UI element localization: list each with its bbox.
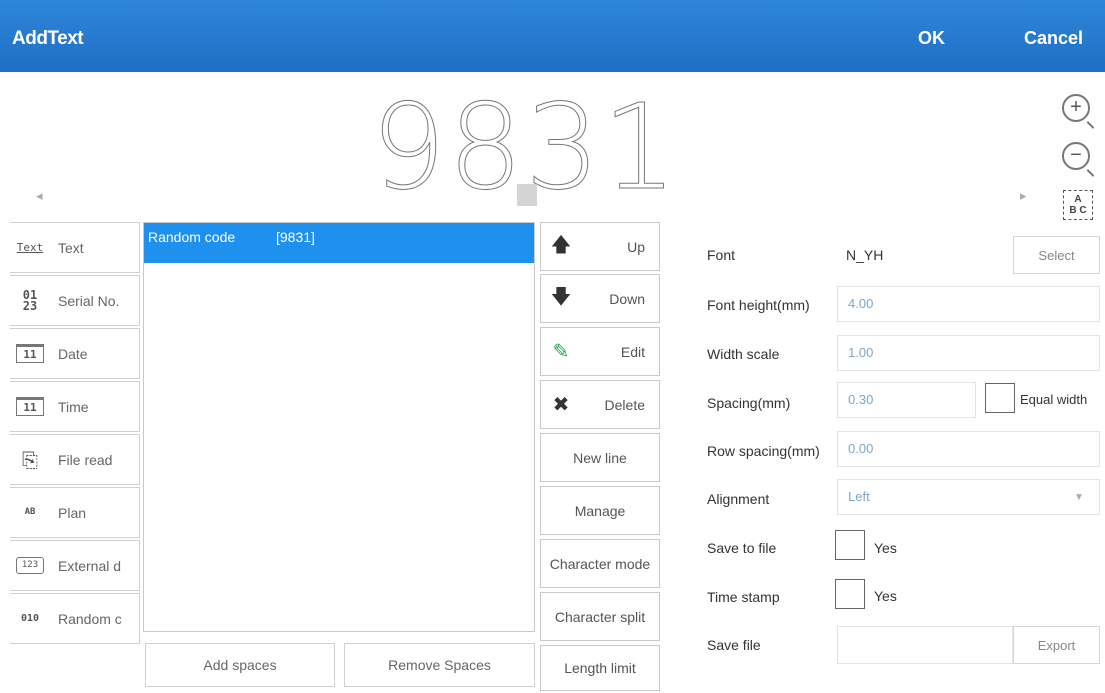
type-item-serial-no[interactable]: 01 23 Serial No. [10,275,140,326]
calendar-icon: 11 [16,344,44,363]
arrow-up-icon: 🡅 [550,233,572,256]
list-item[interactable]: Random code [9831] [144,223,534,263]
edit-icon: ✎ [552,341,570,363]
alignment-dropdown[interactable]: Left [837,479,1100,515]
row-spacing-input[interactable]: 0.00 [837,431,1100,467]
character-mode-button[interactable]: Character mode [540,539,660,588]
font-height-input[interactable]: 4.00 [837,286,1100,322]
row-spacing-label: Row spacing(mm) [707,443,820,459]
alignment-label: Alignment [707,491,770,507]
abc-icon-line1: A [1074,194,1082,205]
down-label: Down [609,290,645,307]
edit-button[interactable]: ✎ Edit [540,327,660,376]
export-button[interactable]: Export [1013,626,1100,664]
type-item-random-code[interactable]: 010 Random c [10,593,140,644]
abc-icon-line2: B C [1069,205,1087,216]
delete-label: Delete [604,396,645,413]
down-button[interactable]: 🡇 Down [540,274,660,323]
file-icon: ⎘ [22,447,38,472]
manage-label: Manage [574,502,626,519]
time-stamp-label: Time stamp [707,589,780,605]
edit-label: Edit [620,343,645,360]
cancel-button[interactable]: Cancel [1024,28,1083,49]
time-stamp-checkbox[interactable] [835,579,865,609]
preview-area: 9831 ◂ ▸ + − A B C [0,72,1105,222]
window-title: AddText [12,28,84,49]
preview-cursor [517,184,537,206]
font-label: Font [707,247,736,263]
zoom-out-icon[interactable]: − [1062,142,1090,170]
type-item-external-data[interactable]: 123 External d [10,540,140,591]
new-line-button[interactable]: New line [540,433,660,482]
abc-layout-icon[interactable]: A B C [1063,190,1093,220]
character-split-button[interactable]: Character split [540,592,660,641]
list-item-value: [9831] [276,229,315,245]
up-label: Up [627,238,645,255]
add-spaces-button[interactable]: Add spaces [145,643,335,687]
delete-icon: ✖ [552,394,570,416]
type-label: Plan [58,504,87,521]
character-split-label: Character split [554,608,646,625]
type-label: Serial No. [58,292,120,309]
save-file-input[interactable] [837,626,1013,664]
type-item-plan[interactable]: AB Plan [10,487,140,538]
time-stamp-yes-label: Yes [874,588,897,604]
new-line-label: New line [573,449,627,466]
up-button[interactable]: 🡅 Up [540,222,660,271]
scroll-right-icon[interactable]: ▸ [1020,188,1027,204]
type-item-file-read[interactable]: ⎘ File read [10,434,140,485]
element-type-list: Text Text 01 23 Serial No. 11 Date 11 Tim… [10,222,140,646]
save-to-file-label: Save to file [707,540,777,556]
remove-spaces-button[interactable]: Remove Spaces [344,643,535,687]
serial-number-icon: 01 23 [22,287,38,313]
delete-button[interactable]: ✖ Delete [540,380,660,429]
calendar-icon: 11 [16,397,44,416]
type-label: Time [58,398,89,415]
width-scale-input[interactable]: 1.00 [837,335,1100,371]
type-item-date[interactable]: 11 Date [10,328,140,379]
type-label: Text [58,239,84,256]
type-label: Date [58,345,88,362]
manage-button[interactable]: Manage [540,486,660,535]
ok-button[interactable]: OK [918,28,945,49]
text-icon: Text [16,241,44,254]
equal-width-checkbox[interactable] [985,383,1015,413]
element-list[interactable]: Random code [9831] [143,222,535,632]
type-item-text[interactable]: Text Text [10,222,140,273]
equal-width-label: Equal width [1020,392,1088,407]
select-font-button[interactable]: Select [1013,236,1100,274]
character-mode-label: Character mode [549,555,651,572]
type-label: External d [58,557,122,574]
chevron-down-icon: ▼ [1074,492,1084,503]
plan-icon: AB [24,507,36,517]
type-label: Random c [58,610,122,627]
length-limit-button[interactable]: Length limit [540,645,660,691]
zoom-in-icon[interactable]: + [1062,94,1090,122]
save-to-file-yes-label: Yes [874,540,897,556]
length-limit-label: Length limit [564,660,636,676]
save-to-file-checkbox[interactable] [835,530,865,560]
width-scale-label: Width scale [707,346,780,362]
title-bar: AddText OK Cancel [0,0,1105,72]
spacing-input[interactable]: 0.30 [837,382,976,418]
list-item-name: Random code [148,229,236,245]
font-height-label: Font height(mm) [707,297,810,313]
save-file-label: Save file [707,637,761,653]
font-value: N_YH [846,247,884,263]
scroll-left-icon[interactable]: ◂ [36,188,43,204]
external-data-icon: 123 [16,557,44,574]
arrow-down-icon: 🡇 [550,285,572,308]
type-item-time[interactable]: 11 Time [10,381,140,432]
type-label: File read [58,451,113,468]
random-code-icon: 010 [20,613,40,624]
spacing-label: Spacing(mm) [707,395,791,411]
